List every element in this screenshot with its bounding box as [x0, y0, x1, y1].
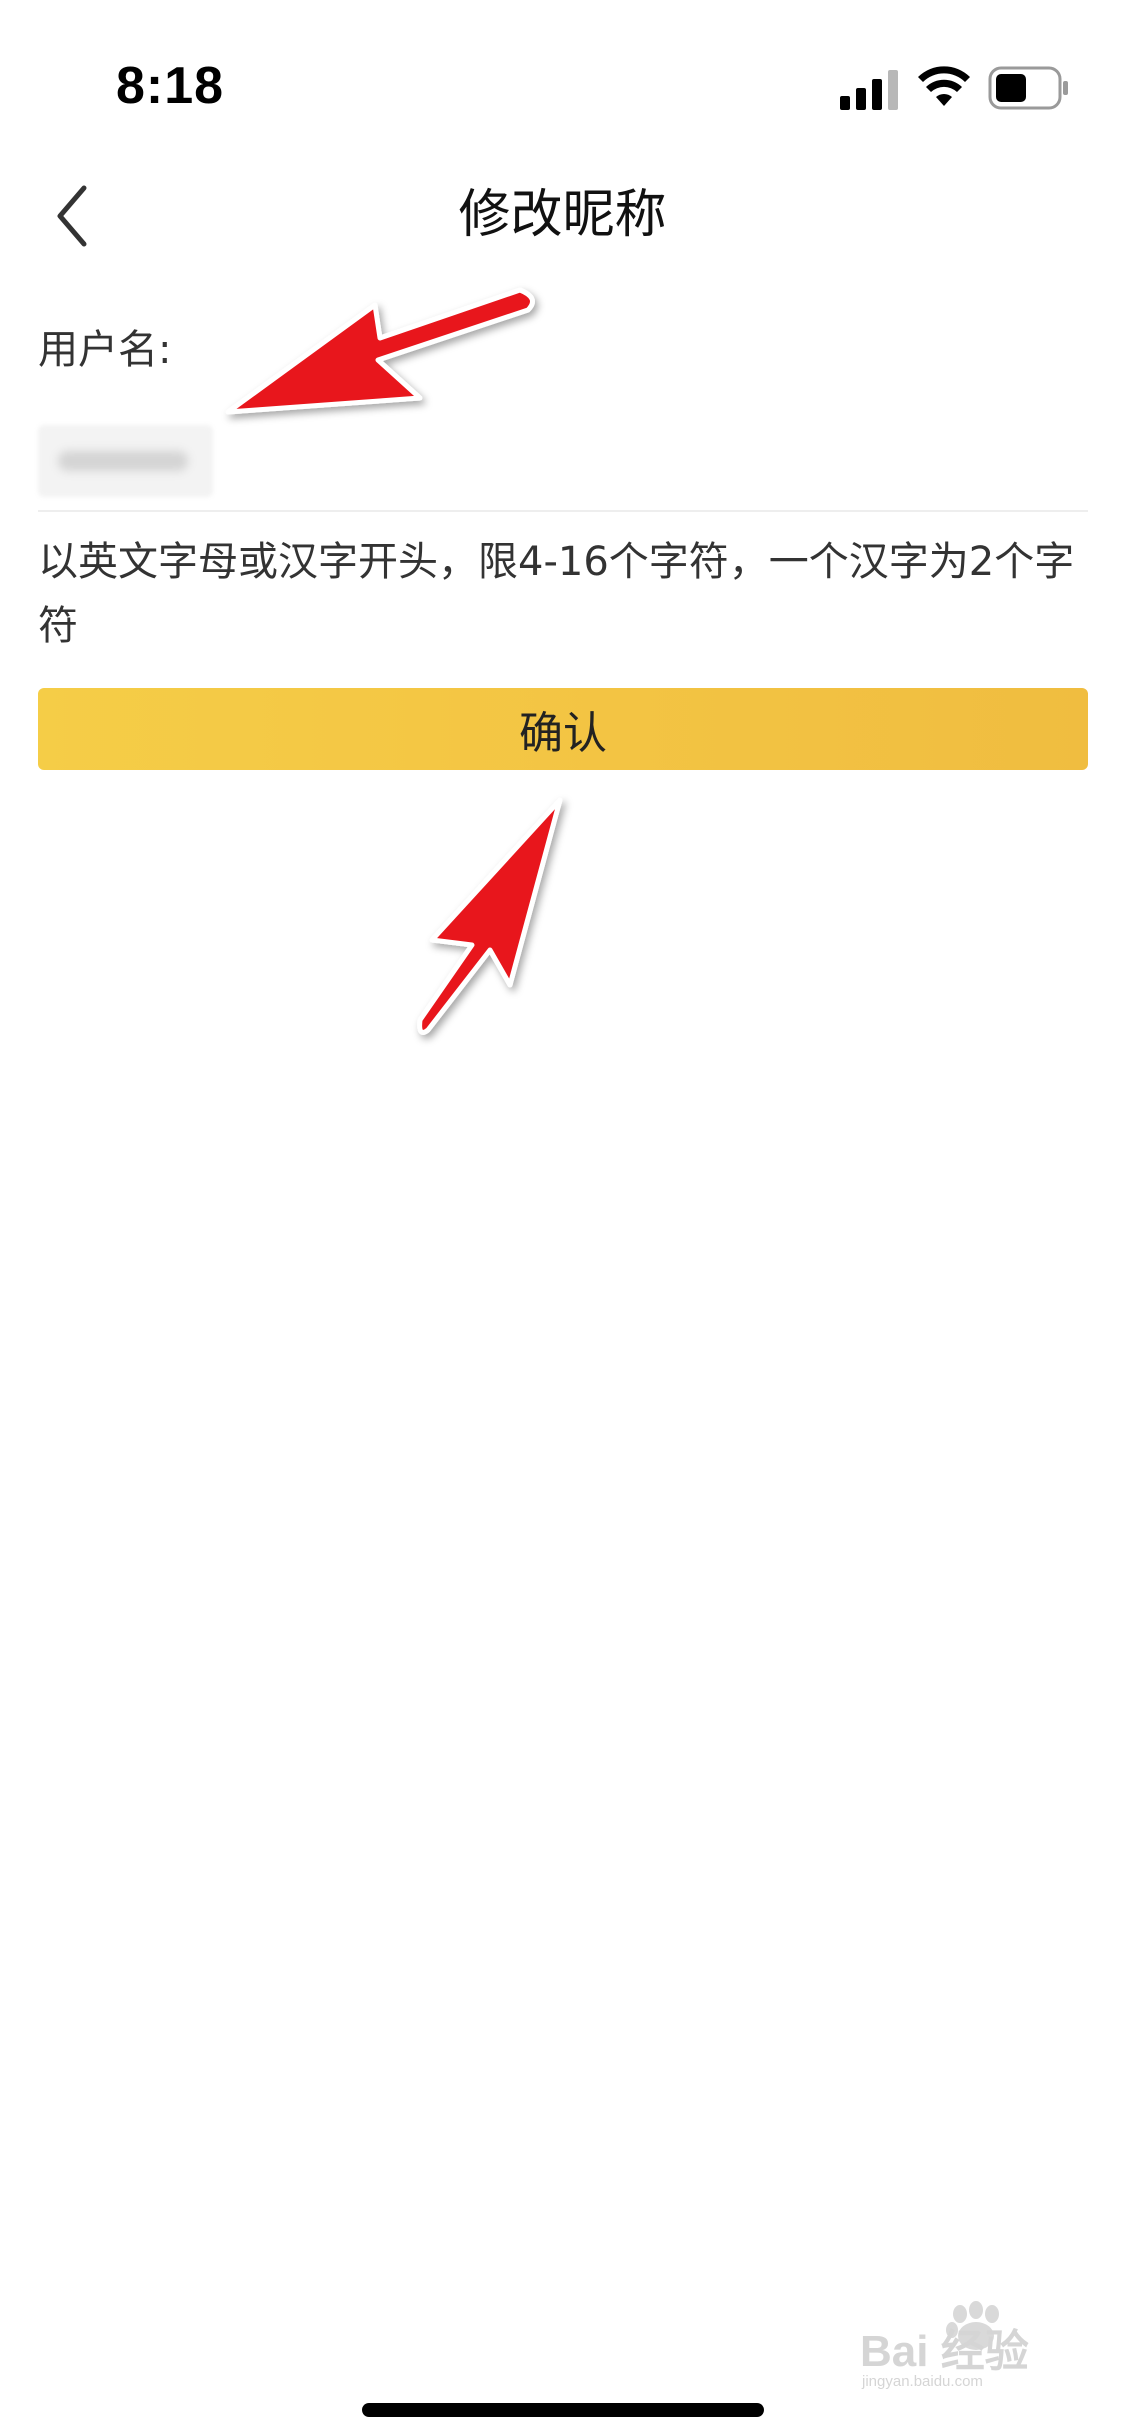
status-time: 8:18	[116, 57, 225, 115]
svg-text:jingyan.baidu.com: jingyan.baidu.com	[861, 2373, 983, 2390]
arrow-to-username	[225, 287, 535, 415]
page-title: 修改昵称	[458, 185, 667, 245]
divider	[38, 510, 1088, 512]
username-label: 用户名:	[38, 327, 172, 373]
baidu-jingyan-watermark: Bai 经验 jingyan.baidu.com	[860, 2301, 1029, 2390]
confirm-button[interactable]: 确认	[38, 688, 1088, 770]
battery-icon	[988, 66, 1068, 110]
status-bar: 8:18	[0, 0, 1125, 140]
wifi-icon	[918, 66, 970, 106]
arrow-to-confirm	[417, 797, 563, 1035]
svg-text:Bai 经验: Bai 经验	[860, 2327, 1029, 2376]
username-input[interactable]	[38, 418, 1088, 508]
username-hint: 以英文字母或汉字开头，限4-16个字符，一个汉字为2个字符	[38, 539, 1075, 649]
home-indicator	[362, 2403, 764, 2417]
cellular-signal-icon	[840, 70, 898, 110]
